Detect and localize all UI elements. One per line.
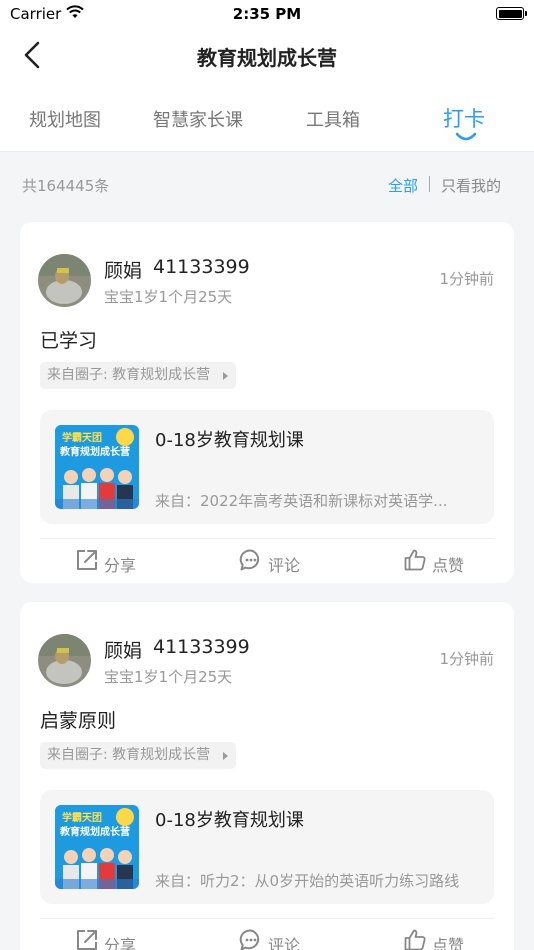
avatar[interactable] [38,634,91,687]
user-name[interactable]: 顾娟 [104,636,142,663]
thumb-line1: 学霸天团 [62,431,102,444]
time-ago: 1分钟前 [439,270,494,288]
nav-bar: 教育规划成长营 [0,28,534,82]
comment-label: 评论 [268,936,301,950]
status-time: 2:35 PM [232,5,302,23]
thumb-line1: 学霸天团 [62,811,102,824]
thumbs-up-icon [404,929,426,950]
share-icon [77,930,97,950]
filter-mine[interactable]: 只看我的 [441,175,501,196]
card-divider [40,538,494,539]
share-icon [77,550,97,570]
course-link-card[interactable]: 学霸天团 教育规划成长营 0-18岁教育规划课 来自：2022年高考英语和新课标… [40,410,494,524]
post-count: 共164445条 [22,177,110,195]
user-id: 41133399 [153,256,250,278]
course-source: 来自：2022年高考英语和新课标对英语学... [155,492,448,510]
like-label: 点赞 [432,936,465,950]
post-text: 启蒙原则 [40,710,117,732]
caret-right-icon [223,752,229,760]
like-label: 点赞 [432,556,465,575]
avatar[interactable] [38,254,91,307]
filter-all[interactable]: 全部 [388,175,418,196]
course-source: 来自：听力2：从0岁开始的英语听力练习路线 [155,872,460,890]
comment-icon [239,549,260,571]
battery-icon [496,7,527,20]
post-card: 顾娟 41133399 宝宝1岁1个月25天 1分钟前 启蒙原则 来自圈子: 教… [20,602,514,950]
status-bar: Carrier 2:35 PM [0,0,534,28]
tab-planning-map[interactable]: 规划地图 [29,106,101,132]
tab-active-indicator [455,132,477,141]
source-circle-label: 来自圈子: 教育规划成长营 [47,367,211,383]
thumbs-up-icon [404,549,426,571]
page-title: 教育规划成长营 [197,46,337,70]
share-label: 分享 [104,556,137,575]
card-divider [40,918,494,919]
course-title: 0-18岁教育规划课 [155,430,304,451]
tab-checkin[interactable]: 打卡 [443,103,485,133]
tab-parent-course[interactable]: 智慧家长课 [153,106,243,132]
baby-age: 宝宝1岁1个月25天 [104,288,233,306]
course-thumbnail: 学霸天团 教育规划成长营 [55,805,139,889]
source-circle-label: 来自圈子: 教育规划成长营 [47,747,211,763]
thumb-line2: 教育规划成长营 [59,825,130,838]
tab-bar: 规划地图 智慧家长课 工具箱 打卡 [0,82,534,152]
course-thumbnail: 学霸天团 教育规划成长营 [55,425,139,509]
time-ago: 1分钟前 [439,650,494,668]
filter-divider [429,176,430,192]
filter-row: 共164445条 全部 只看我的 [0,152,534,216]
source-circle-tag[interactable]: 来自圈子: 教育规划成长营 [40,742,237,769]
course-link-card[interactable]: 学霸天团 教育规划成长营 0-18岁教育规划课 来自：听力2：从0岁开始的英语听… [40,790,494,904]
thumb-line2: 教育规划成长营 [59,445,130,458]
user-id: 41133399 [153,636,250,658]
comment-icon [239,929,260,950]
caret-right-icon [223,372,229,380]
post-card: 顾娟 41133399 宝宝1岁1个月25天 1分钟前 已学习 来自圈子: 教育… [20,222,514,583]
comment-label: 评论 [268,556,301,575]
source-circle-tag[interactable]: 来自圈子: 教育规划成长营 [40,362,237,389]
course-title: 0-18岁教育规划课 [155,810,304,831]
share-label: 分享 [104,936,137,950]
post-text: 已学习 [40,330,98,352]
baby-age: 宝宝1岁1个月25天 [104,668,233,686]
user-name[interactable]: 顾娟 [104,256,142,283]
tab-toolbox[interactable]: 工具箱 [306,106,360,132]
